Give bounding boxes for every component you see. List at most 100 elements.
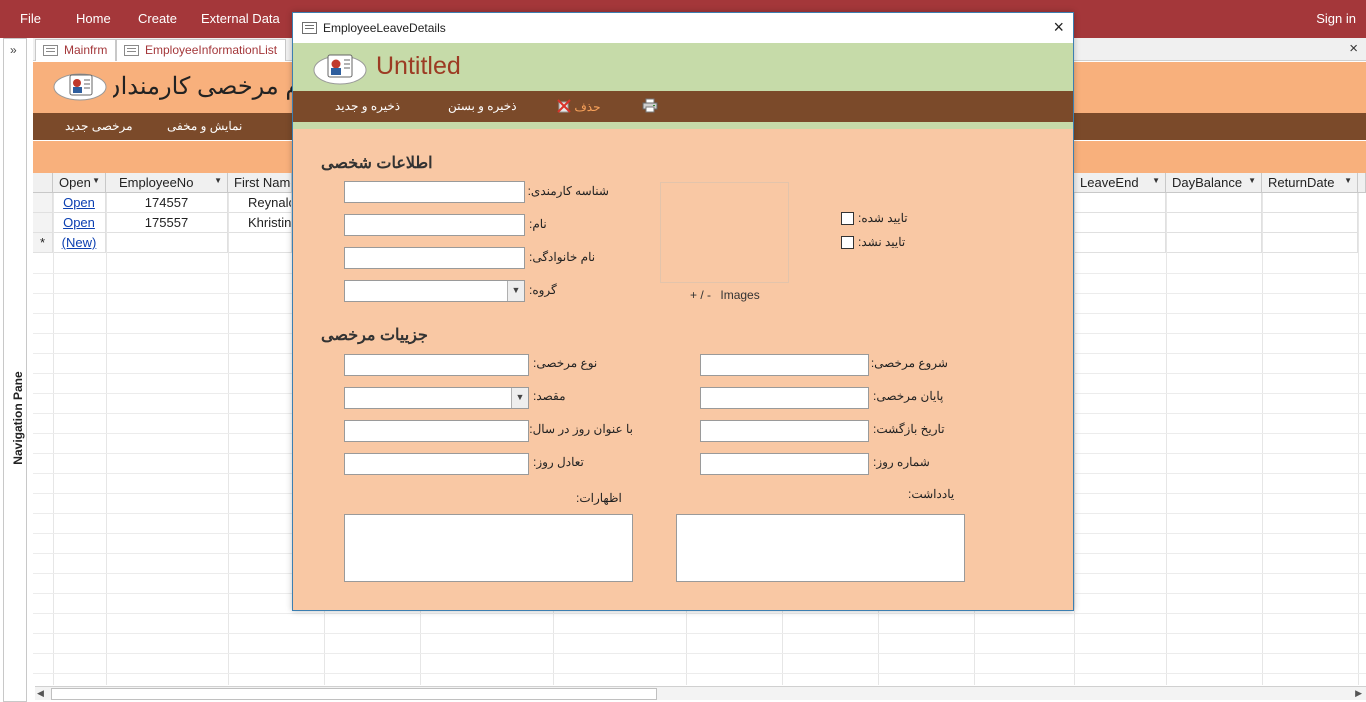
return-date-input[interactable] xyxy=(700,420,869,442)
leave-end-input[interactable] xyxy=(700,387,869,409)
day-balance-cell[interactable] xyxy=(1166,233,1262,253)
column-header-first-name[interactable]: First Name xyxy=(228,173,292,193)
images-label: Images xyxy=(720,288,760,302)
column-header-more[interactable] xyxy=(1358,173,1366,193)
notes-textarea[interactable] xyxy=(676,514,965,582)
employee-id-input[interactable] xyxy=(344,181,525,203)
dialog-header: Untitled xyxy=(293,43,1073,91)
new-record-marker: * xyxy=(33,233,53,253)
day-balance-input[interactable] xyxy=(344,453,529,475)
doc-tab-employee-information-list[interactable]: EmployeeInformationList xyxy=(116,39,287,61)
employee-card-icon xyxy=(313,54,367,85)
doc-tab-label: EmployeeInformationList xyxy=(145,43,278,57)
dialog-titlebar[interactable]: EmployeeLeaveDetails × xyxy=(293,13,1073,43)
grid-line xyxy=(1166,193,1167,685)
record-title: Untitled xyxy=(376,52,461,80)
delete-icon xyxy=(557,99,571,113)
personal-info-heading: اطلاعات شخصی xyxy=(321,155,433,172)
empty-cell[interactable] xyxy=(228,233,292,253)
return-date-cell[interactable] xyxy=(1262,233,1358,253)
employee-id-label: شناسه کارمندی: xyxy=(527,184,609,198)
doc-tab-mainfrm[interactable]: Mainfrm xyxy=(35,39,117,61)
employee-card-icon xyxy=(53,73,107,101)
ribbon-tab-home[interactable]: Home xyxy=(76,11,111,26)
sort-dropdown-icon: ▼ xyxy=(92,176,100,185)
grid-line xyxy=(1358,193,1359,685)
column-header-leave-end[interactable]: LeaveEnd ▼ xyxy=(1074,173,1166,193)
images-add-remove-controls[interactable]: + / - xyxy=(690,288,711,302)
save-and-close-button[interactable]: ذخیره و بستن xyxy=(448,99,517,113)
day-balance-cell[interactable] xyxy=(1166,213,1262,233)
employee-no-cell[interactable]: 174557 xyxy=(106,193,228,213)
close-document-icon[interactable]: × xyxy=(1349,40,1358,57)
remarks-textarea[interactable] xyxy=(344,514,633,582)
first-name-input[interactable] xyxy=(344,214,525,236)
delete-button[interactable]: حذف xyxy=(557,99,601,114)
group-select[interactable]: ▼ xyxy=(344,280,525,302)
leave-end-cell[interactable] xyxy=(1074,233,1166,253)
empty-cell[interactable] xyxy=(106,233,228,253)
doc-tab-label: Mainfrm xyxy=(64,43,108,57)
save-and-new-button[interactable]: ذخیره و جدید xyxy=(335,99,400,113)
days-per-year-input[interactable] xyxy=(344,420,529,442)
sort-dropdown-icon: ▼ xyxy=(1344,176,1352,185)
delete-button-label: حذف xyxy=(574,100,601,114)
open-record-link[interactable]: Open xyxy=(53,193,106,213)
notes-label: یادداشت: xyxy=(908,487,955,501)
return-date-cell[interactable] xyxy=(1262,193,1358,213)
dialog-title: EmployeeLeaveDetails xyxy=(323,21,446,35)
day-balance-cell[interactable] xyxy=(1166,193,1262,213)
leave-end-cell[interactable] xyxy=(1074,193,1166,213)
close-icon[interactable]: × xyxy=(1053,17,1064,38)
navigation-pane[interactable]: » Navigation Pane xyxy=(3,38,27,702)
chevron-down-icon[interactable]: ▼ xyxy=(511,388,528,408)
column-header-return-date[interactable]: ReturnDate ▼ xyxy=(1262,173,1358,193)
row-selector[interactable] xyxy=(33,193,53,213)
column-header-open[interactable]: Open ▼ xyxy=(53,173,106,193)
horizontal-scrollbar[interactable]: ◀ ▶ xyxy=(35,686,1366,700)
ribbon-tab-create[interactable]: Create xyxy=(138,11,177,26)
ribbon-tab-file[interactable]: File xyxy=(20,11,41,26)
print-button[interactable] xyxy=(642,98,658,116)
leave-type-label: نوع مرخصی: xyxy=(533,356,598,370)
leave-end-label: پایان مرخصی: xyxy=(873,389,944,403)
ribbon-tab-external-data[interactable]: External Data xyxy=(201,11,280,26)
open-record-link[interactable]: Open xyxy=(53,213,106,233)
employee-image-box[interactable] xyxy=(660,182,789,283)
return-date-cell[interactable] xyxy=(1262,213,1358,233)
dialog-toolbar: ذخیره و جدید ذخیره و بستن حذف xyxy=(293,91,1073,122)
show-hide-button[interactable]: نمایش و مخفی xyxy=(167,119,242,133)
scroll-left-icon[interactable]: ◀ xyxy=(37,688,44,699)
days-per-year-label: با عنوان روز در سال: xyxy=(529,422,633,436)
expand-chevron-icon[interactable]: » xyxy=(10,43,17,57)
column-header-day-balance[interactable]: DayBalance ▼ xyxy=(1166,173,1262,193)
leave-details-heading: جزییات مرخصی xyxy=(321,327,428,344)
leave-type-input[interactable] xyxy=(344,354,529,376)
leave-end-cell[interactable] xyxy=(1074,213,1166,233)
not-approved-checkbox[interactable] xyxy=(841,236,854,249)
employee-no-cell[interactable]: 175557 xyxy=(106,213,228,233)
destination-select[interactable]: ▼ xyxy=(344,387,529,409)
first-name-cell[interactable]: Reynalc xyxy=(228,193,292,213)
column-header-employee-no[interactable]: EmployeeNo ▼ xyxy=(106,173,228,193)
approved-checkbox[interactable] xyxy=(841,212,854,225)
day-count-input[interactable] xyxy=(700,453,869,475)
sign-in-link[interactable]: Sign in xyxy=(1316,11,1356,26)
printer-icon xyxy=(642,98,658,113)
grid-line xyxy=(228,193,229,685)
row-selector[interactable] xyxy=(33,213,53,233)
grid-line xyxy=(1262,193,1263,685)
leave-start-input[interactable] xyxy=(700,354,869,376)
scroll-right-icon[interactable]: ▶ xyxy=(1355,688,1362,699)
chevron-down-icon[interactable]: ▼ xyxy=(507,281,524,301)
new-record-link[interactable]: (New) xyxy=(53,233,106,253)
first-name-cell[interactable]: Khristin xyxy=(228,213,292,233)
images-caption: + / - Images xyxy=(690,288,760,302)
grid-line xyxy=(53,193,54,685)
new-leave-button[interactable]: مرخصی جدید xyxy=(65,119,133,133)
scrollbar-thumb[interactable] xyxy=(51,688,657,700)
not-approved-label: تایید نشد: xyxy=(858,235,906,249)
last-name-input[interactable] xyxy=(344,247,525,269)
remarks-label: اظهارات: xyxy=(576,491,622,505)
select-all-corner[interactable] xyxy=(33,173,53,193)
